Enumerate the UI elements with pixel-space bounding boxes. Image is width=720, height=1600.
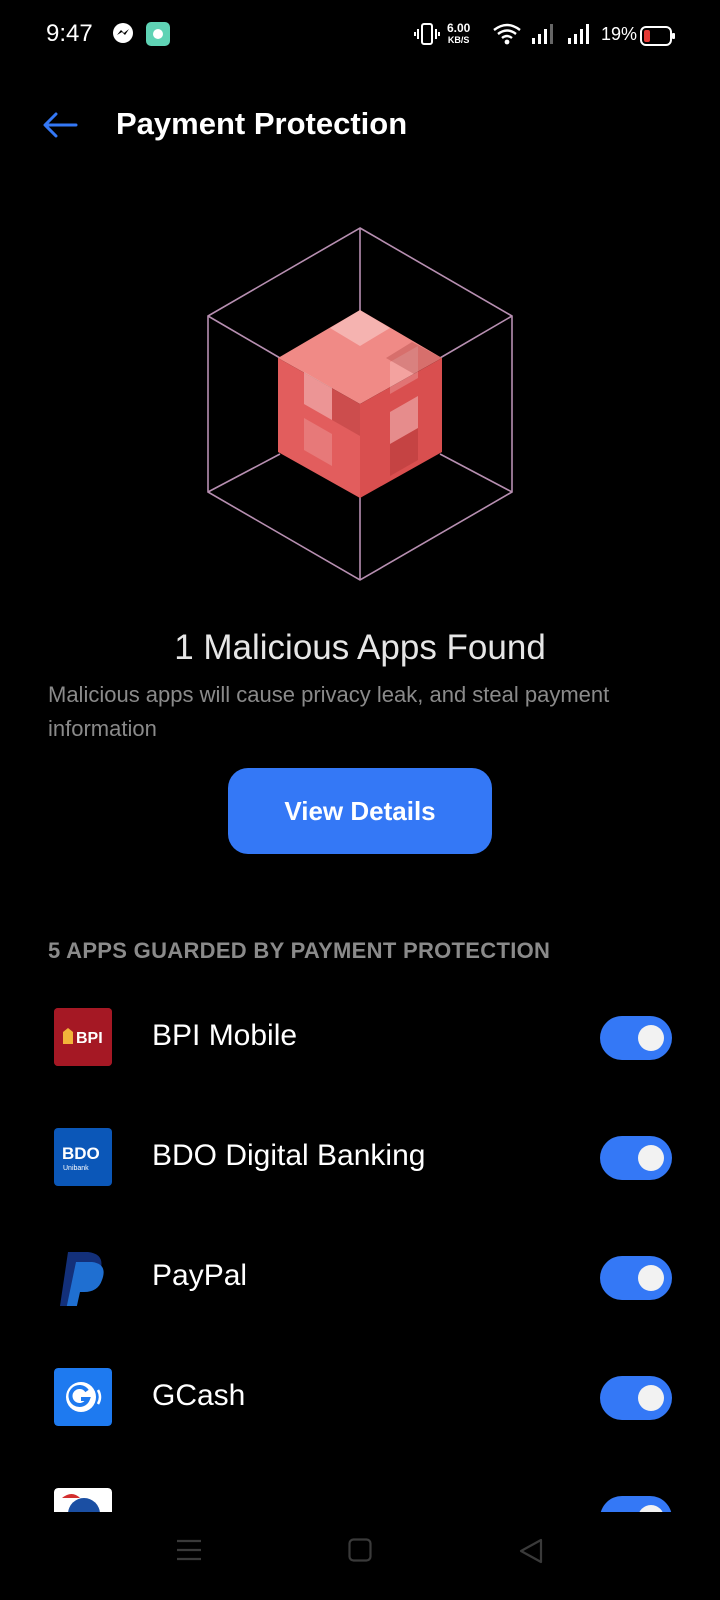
bdo-logo-text: BDO <box>62 1144 100 1163</box>
bdo-protection-toggle[interactable] <box>600 1136 672 1180</box>
threat-cube-illustration <box>200 222 520 592</box>
battery-icon <box>640 26 676 51</box>
back-button[interactable] <box>40 108 80 142</box>
app-notification-icon <box>146 22 170 51</box>
vibrate-icon <box>414 22 440 51</box>
section-title: 5 APPS GUARDED BY PAYMENT PROTECTION <box>48 938 551 963</box>
toggle-knob <box>638 1265 664 1291</box>
arrow-left-icon <box>43 112 78 138</box>
app-bar: Payment Protection <box>0 90 720 160</box>
list-item-bpi: BPI BPI Mobile <box>0 990 720 1110</box>
battery-percent: 19% <box>601 24 638 44</box>
status-time: 9:47 <box>46 20 93 47</box>
paypal-logo-icon <box>54 1248 112 1306</box>
back-triangle-icon[interactable] <box>518 1538 544 1569</box>
toggle-knob <box>638 1505 664 1512</box>
list-item-partial <box>0 1470 720 1512</box>
bpi-logo-text: BPI <box>76 1030 103 1047</box>
app-name: PayPal <box>152 1259 248 1292</box>
scan-result-title: 1 Malicious Apps Found <box>174 628 546 667</box>
network-speed: 6.00 KB/S <box>447 22 470 46</box>
signal-icon-2 <box>566 22 592 51</box>
toggle-knob <box>638 1145 664 1171</box>
bpi-logo-icon: BPI <box>54 1008 112 1066</box>
toggle-knob <box>638 1385 664 1411</box>
network-speed-value: 6.00 <box>447 21 471 35</box>
gcash-protection-toggle[interactable] <box>600 1376 672 1420</box>
gcash-logo-icon <box>54 1368 112 1426</box>
partial-app-protection-toggle[interactable] <box>600 1496 672 1512</box>
partial-app-logo-icon <box>54 1488 112 1512</box>
system-navigation-bar <box>0 1512 720 1600</box>
scan-result-description: Malicious apps will cause privacy leak, … <box>48 682 610 741</box>
protected-apps-list: BPI BPI Mobile BDO Unibank BDO Digital B… <box>0 990 720 1512</box>
wifi-icon <box>492 22 522 51</box>
list-item-bdo: BDO Unibank BDO Digital Banking <box>0 1110 720 1230</box>
list-item-gcash: GCash <box>0 1350 720 1470</box>
status-bar: 9:47 6.00 KB/S 19% <box>0 0 720 72</box>
signal-icon-1 <box>530 22 556 51</box>
paypal-protection-toggle[interactable] <box>600 1256 672 1300</box>
app-name: BDO Digital Banking <box>152 1139 426 1172</box>
menu-icon[interactable] <box>176 1538 202 1567</box>
bdo-logo-icon: BDO Unibank <box>54 1128 112 1186</box>
list-item-paypal: PayPal <box>0 1230 720 1350</box>
app-name: GCash <box>152 1379 246 1412</box>
view-details-button[interactable]: View Details <box>228 768 492 854</box>
bdo-logo-subtext: Unibank <box>63 1165 89 1172</box>
toggle-knob <box>638 1025 664 1051</box>
bpi-protection-toggle[interactable] <box>600 1016 672 1060</box>
messenger-icon <box>112 22 134 49</box>
home-icon[interactable] <box>348 1538 372 1567</box>
network-speed-unit: KB/S <box>447 35 470 45</box>
page-title: Payment Protection <box>116 106 408 141</box>
app-name: BPI Mobile <box>152 1019 298 1052</box>
